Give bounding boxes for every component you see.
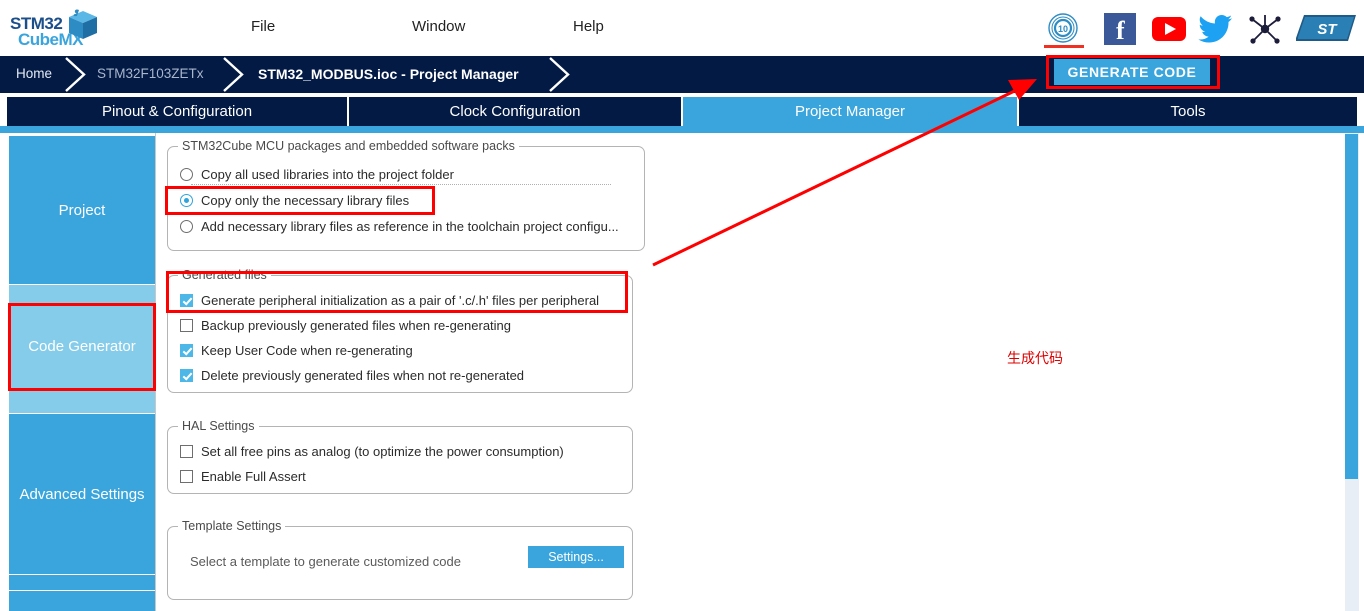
- code-generator-panel: STM32Cube MCU packages and embedded soft…: [155, 133, 1340, 611]
- community-network-icon[interactable]: [1248, 13, 1282, 45]
- vertical-scrollbar[interactable]: [1345, 133, 1359, 611]
- hal-settings-legend: HAL Settings: [178, 419, 259, 433]
- twitter-icon[interactable]: [1198, 14, 1234, 44]
- body-area: Project Code Generator Advanced Settings…: [0, 133, 1364, 611]
- template-settings-button[interactable]: Settings...: [528, 546, 624, 568]
- sidebar-item-project[interactable]: Project: [9, 136, 155, 284]
- template-settings-legend: Template Settings: [178, 519, 286, 533]
- checkbox-icon[interactable]: [180, 344, 193, 357]
- checkbox-set-free-pins-analog[interactable]: Set all free pins as analog (to optimize…: [180, 444, 564, 459]
- facebook-glyph: f: [1116, 16, 1125, 45]
- tab-label: Pinout & Configuration: [101, 103, 253, 120]
- tab-project-manager[interactable]: Project Manager: [683, 97, 1017, 126]
- breadcrumb-chevron-1: [64, 56, 94, 93]
- radio-copy-all-libraries[interactable]: Copy all used libraries into the project…: [180, 167, 454, 182]
- sidebar-item-label: Code Generator: [28, 338, 136, 355]
- option-label: Generate peripheral initialization as a …: [201, 293, 600, 308]
- checkbox-icon[interactable]: [180, 470, 193, 483]
- facebook-icon[interactable]: f: [1104, 13, 1136, 45]
- option-label: Add necessary library files as reference…: [201, 219, 619, 234]
- breadcrumb-project[interactable]: STM32_MODBUS.ioc - Project Manager: [258, 66, 519, 82]
- svg-text:10: 10: [1058, 24, 1068, 34]
- tab-tools[interactable]: Tools: [1019, 97, 1357, 126]
- breadcrumb-chevron-3: [548, 56, 578, 93]
- sidebar-item-label: Advanced Settings: [19, 485, 145, 503]
- mcu-packages-legend: STM32Cube MCU packages and embedded soft…: [178, 139, 519, 153]
- tab-label: Tools: [1170, 103, 1206, 120]
- template-settings-group: Template Settings Select a template to g…: [167, 519, 633, 600]
- option-label: Copy only the necessary library files: [201, 193, 410, 208]
- sidebar-spacer-2: [9, 389, 155, 413]
- checkbox-keep-user-code[interactable]: Keep User Code when re-generating: [180, 343, 413, 358]
- checkbox-generate-peripheral-init[interactable]: Generate peripheral initialization as a …: [180, 293, 599, 308]
- checkbox-icon[interactable]: [180, 319, 193, 332]
- vertical-scrollbar-thumb[interactable]: [1345, 134, 1358, 479]
- project-manager-sidebar: Project Code Generator Advanced Settings: [9, 133, 155, 611]
- tab-clock-configuration[interactable]: Clock Configuration: [349, 97, 681, 126]
- option-label: Delete previously generated files when n…: [201, 368, 525, 383]
- checkbox-icon[interactable]: [180, 445, 193, 458]
- badge-underline: [1044, 45, 1084, 48]
- menu-item-window[interactable]: Window: [412, 18, 465, 35]
- sidebar-item-label: Project: [58, 201, 106, 219]
- sidebar-item-advanced-settings[interactable]: Advanced Settings: [9, 414, 155, 574]
- checkbox-backup-previously-generated[interactable]: Backup previously generated files when r…: [180, 318, 511, 333]
- option-separator: [191, 184, 611, 185]
- youtube-icon[interactable]: [1152, 17, 1186, 41]
- tab-label: Project Manager: [794, 103, 906, 120]
- sidebar-spacer-3: [9, 575, 155, 590]
- option-label: Backup previously generated files when r…: [201, 318, 512, 333]
- generated-files-legend: Generated files: [178, 268, 271, 282]
- option-label: Set all free pins as analog (to optimize…: [201, 444, 564, 459]
- radio-add-as-reference[interactable]: Add necessary library files as reference…: [180, 219, 619, 234]
- radio-copy-only-necessary[interactable]: Copy only the necessary library files: [180, 193, 409, 208]
- mcu-packages-group: STM32Cube MCU packages and embedded soft…: [167, 139, 645, 251]
- tab-underline: [0, 126, 1364, 133]
- annotation-chinese-note: 生成代码: [1007, 350, 1063, 366]
- option-label: Enable Full Assert: [201, 469, 306, 484]
- youtube-play-glyph: [1165, 23, 1176, 35]
- st-logo-icon[interactable]: ST: [1294, 12, 1358, 44]
- option-label: Keep User Code when re-generating: [201, 343, 413, 358]
- app-logo[interactable]: STM32 CubeMX: [8, 6, 118, 52]
- radio-icon[interactable]: [180, 220, 193, 233]
- checkbox-enable-full-assert[interactable]: Enable Full Assert: [180, 469, 306, 484]
- menu-bar: STM32 CubeMX File Window Help 10 f ST: [0, 0, 1364, 56]
- checkbox-icon[interactable]: [180, 294, 193, 307]
- ten-years-badge-icon[interactable]: 10: [1047, 12, 1079, 44]
- template-settings-description: Select a template to generate customized…: [190, 554, 461, 569]
- breadcrumb-home[interactable]: Home: [16, 66, 52, 81]
- checkbox-icon[interactable]: [180, 369, 193, 382]
- tab-pinout-configuration[interactable]: Pinout & Configuration: [7, 97, 347, 126]
- sidebar-spacer-1: [9, 285, 155, 304]
- checkbox-delete-previously-generated[interactable]: Delete previously generated files when n…: [180, 368, 524, 383]
- generated-files-group: Generated files Generate peripheral init…: [167, 268, 633, 393]
- breadcrumb-mcu[interactable]: STM32F103ZETx: [97, 66, 204, 81]
- sidebar-spacer-4: [9, 591, 155, 611]
- hal-settings-group: HAL Settings Set all free pins as analog…: [167, 419, 633, 494]
- cube-icon: [66, 8, 100, 47]
- menu-item-file[interactable]: File: [251, 18, 275, 35]
- breadcrumb-chevron-2: [222, 56, 252, 93]
- sidebar-item-code-generator[interactable]: Code Generator: [9, 305, 155, 388]
- radio-icon[interactable]: [180, 168, 193, 181]
- svg-text:ST: ST: [1317, 21, 1338, 38]
- stm32cubemx-window: STM32 CubeMX File Window Help 10 f ST Ho…: [0, 0, 1364, 611]
- radio-icon[interactable]: [180, 194, 193, 207]
- menu-item-help[interactable]: Help: [573, 18, 604, 35]
- tab-label: Clock Configuration: [449, 103, 581, 120]
- scroll-corner: [1340, 126, 1364, 133]
- main-tab-bar: Pinout & Configuration Clock Configurati…: [0, 97, 1364, 126]
- generate-code-button[interactable]: GENERATE CODE: [1054, 59, 1210, 85]
- option-label: Copy all used libraries into the project…: [201, 167, 454, 182]
